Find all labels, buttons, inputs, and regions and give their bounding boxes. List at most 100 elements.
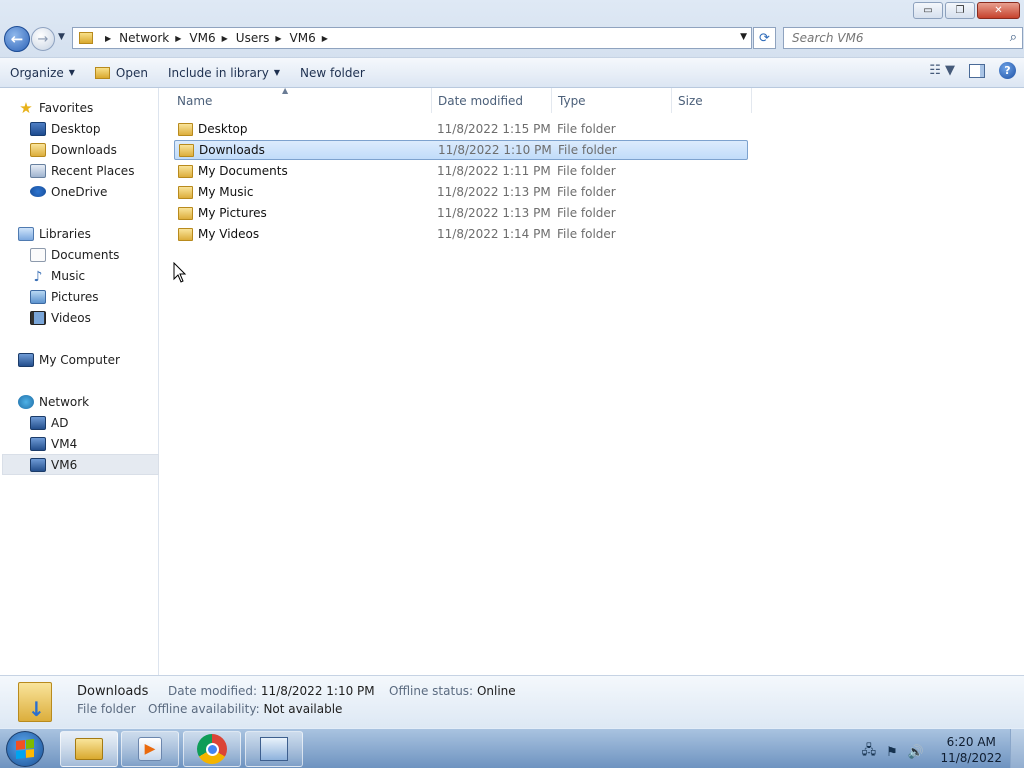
taskbar-remote-desktop[interactable] bbox=[245, 731, 303, 767]
film-icon bbox=[30, 310, 46, 325]
chevron-right-icon[interactable]: ▶ bbox=[105, 34, 111, 43]
nav-network[interactable]: Network bbox=[18, 391, 175, 412]
navigation-row: ← → ▼ ▶ Network ▶ VM6 ▶ Users ▶ VM6 ▶ ▼ … bbox=[2, 26, 1023, 52]
nav-label: Network bbox=[39, 394, 90, 409]
column-label: Size bbox=[678, 93, 703, 108]
nav-label: Music bbox=[51, 268, 86, 283]
clock[interactable]: 6:20 AM 11/8/2022 bbox=[940, 734, 1002, 766]
open-label: Open bbox=[115, 65, 148, 80]
column-size[interactable]: Size bbox=[672, 88, 752, 113]
breadcrumb-users[interactable]: Users bbox=[236, 31, 270, 45]
back-arrow-icon: ← bbox=[10, 30, 24, 48]
media-player-icon: ▶ bbox=[138, 737, 162, 761]
breadcrumb-network[interactable]: Network bbox=[119, 31, 169, 45]
file-name: My Videos bbox=[198, 227, 260, 241]
system-tray: 🖧 ⚑ 🔊 bbox=[862, 741, 924, 763]
show-desktop-button[interactable] bbox=[1010, 729, 1024, 768]
search-input[interactable] bbox=[784, 28, 984, 48]
music-folder-icon bbox=[178, 185, 193, 199]
details-value: Not available bbox=[263, 702, 343, 716]
nav-label: Libraries bbox=[39, 226, 91, 241]
taskbar-media-player[interactable]: ▶ bbox=[121, 731, 179, 767]
column-type[interactable]: Type bbox=[552, 88, 672, 113]
folder-icon bbox=[178, 122, 193, 136]
chevron-right-icon[interactable]: ▶ bbox=[222, 34, 228, 43]
type-cell: File folder bbox=[558, 143, 617, 157]
action-center-icon[interactable]: ⚑ bbox=[886, 745, 898, 760]
column-label: Date modified bbox=[438, 93, 524, 108]
nav-my-computer[interactable]: My Computer bbox=[18, 349, 175, 370]
preview-pane-icon[interactable] bbox=[969, 63, 985, 78]
breadcrumb-label: VM6 bbox=[289, 31, 316, 45]
network-icon bbox=[18, 394, 34, 409]
help-icon[interactable]: ? bbox=[999, 62, 1016, 79]
start-button[interactable] bbox=[6, 731, 44, 767]
computer-icon bbox=[30, 457, 46, 472]
document-icon bbox=[30, 247, 46, 262]
organize-label: Organize bbox=[10, 65, 64, 80]
type-cell: File folder bbox=[557, 206, 616, 220]
nav-label: OneDrive bbox=[51, 184, 108, 199]
close-button[interactable]: ✕ bbox=[977, 2, 1020, 19]
change-view-icon[interactable]: ☷ ▼ bbox=[929, 63, 955, 78]
taskbar-chrome[interactable] bbox=[183, 731, 241, 767]
column-name[interactable]: ▲ Name bbox=[160, 86, 432, 113]
list-item[interactable]: Downloads 11/8/2022 1:10 PM File folder bbox=[174, 140, 748, 160]
include-in-library-button[interactable]: Include in library ▼ bbox=[158, 61, 290, 85]
restore-button[interactable]: ❐ bbox=[945, 2, 975, 19]
nav-libraries[interactable]: Libraries bbox=[18, 223, 175, 244]
volume-icon[interactable]: 🔊 bbox=[908, 745, 924, 760]
list-item[interactable]: Desktop 11/8/2022 1:15 PM File folder bbox=[174, 119, 748, 139]
search-box[interactable]: ⌕ bbox=[783, 27, 1023, 49]
back-button[interactable]: ← bbox=[4, 26, 30, 52]
nav-vm6[interactable]: VM6 bbox=[2, 454, 159, 475]
breadcrumb-vm6-user[interactable]: VM6 bbox=[290, 31, 316, 45]
chevron-down-icon: ▼ bbox=[68, 68, 75, 77]
computer-icon bbox=[30, 415, 46, 430]
command-bar: Organize ▼ Open Include in library ▼ New f… bbox=[0, 57, 1024, 88]
minimize-button[interactable]: ▭ bbox=[913, 2, 943, 19]
column-date-modified[interactable]: Date modified bbox=[432, 88, 552, 113]
list-item[interactable]: My Pictures 11/8/2022 1:13 PM File folde… bbox=[174, 203, 748, 223]
address-dropdown-icon[interactable]: ▼ bbox=[740, 32, 747, 42]
network-tray-icon[interactable]: 🖧 bbox=[862, 741, 877, 763]
mouse-cursor-icon bbox=[173, 262, 187, 283]
nav-favorites[interactable]: ★ Favorites bbox=[18, 97, 175, 118]
date-cell: 11/8/2022 1:14 PM bbox=[437, 227, 551, 241]
search-icon[interactable]: ⌕ bbox=[1010, 30, 1017, 45]
details-value: 11/8/2022 1:10 PM bbox=[260, 684, 375, 698]
forward-button[interactable]: → bbox=[31, 27, 55, 51]
column-label: Name bbox=[177, 93, 213, 108]
breadcrumb-vm6[interactable]: VM6 bbox=[189, 31, 215, 45]
name-cell: My Documents bbox=[174, 164, 437, 178]
forward-arrow-icon: → bbox=[37, 31, 49, 47]
libraries-icon bbox=[18, 226, 34, 241]
downloads-folder-icon: ↓ bbox=[18, 682, 52, 722]
recent-pages-dropdown[interactable]: ▼ bbox=[58, 32, 65, 42]
recent-places-icon bbox=[30, 163, 46, 178]
type-cell: File folder bbox=[557, 164, 616, 178]
chevron-right-icon[interactable]: ▶ bbox=[175, 34, 181, 43]
list-item[interactable]: My Videos 11/8/2022 1:14 PM File folder bbox=[174, 224, 748, 244]
open-button[interactable]: Open bbox=[85, 61, 158, 85]
chevron-right-icon[interactable]: ▶ bbox=[322, 34, 328, 43]
new-folder-button[interactable]: New folder bbox=[290, 61, 375, 85]
star-icon: ★ bbox=[19, 98, 33, 117]
sort-up-icon: ▲ bbox=[282, 86, 289, 95]
chevron-down-icon: ▼ bbox=[273, 68, 280, 77]
file-name: Downloads bbox=[199, 143, 265, 157]
details-label: Date modified: bbox=[168, 684, 258, 698]
taskbar-explorer[interactable] bbox=[60, 731, 118, 767]
list-item[interactable]: My Documents 11/8/2022 1:11 PM File fold… bbox=[174, 161, 748, 181]
nav-label: Recent Places bbox=[51, 163, 135, 178]
nav-label: Downloads bbox=[51, 142, 117, 157]
address-bar[interactable]: ▶ Network ▶ VM6 ▶ Users ▶ VM6 ▶ ▼ bbox=[72, 27, 752, 49]
computer-icon bbox=[18, 352, 34, 367]
refresh-button[interactable]: ⟳ bbox=[753, 27, 776, 49]
type-cell: File folder bbox=[557, 122, 616, 136]
organize-button[interactable]: Organize ▼ bbox=[0, 61, 85, 85]
nav-label: AD bbox=[51, 415, 69, 430]
chevron-right-icon[interactable]: ▶ bbox=[275, 34, 281, 43]
breadcrumb-label: VM6 bbox=[189, 31, 216, 45]
list-item[interactable]: My Music 11/8/2022 1:13 PM File folder bbox=[174, 182, 748, 202]
